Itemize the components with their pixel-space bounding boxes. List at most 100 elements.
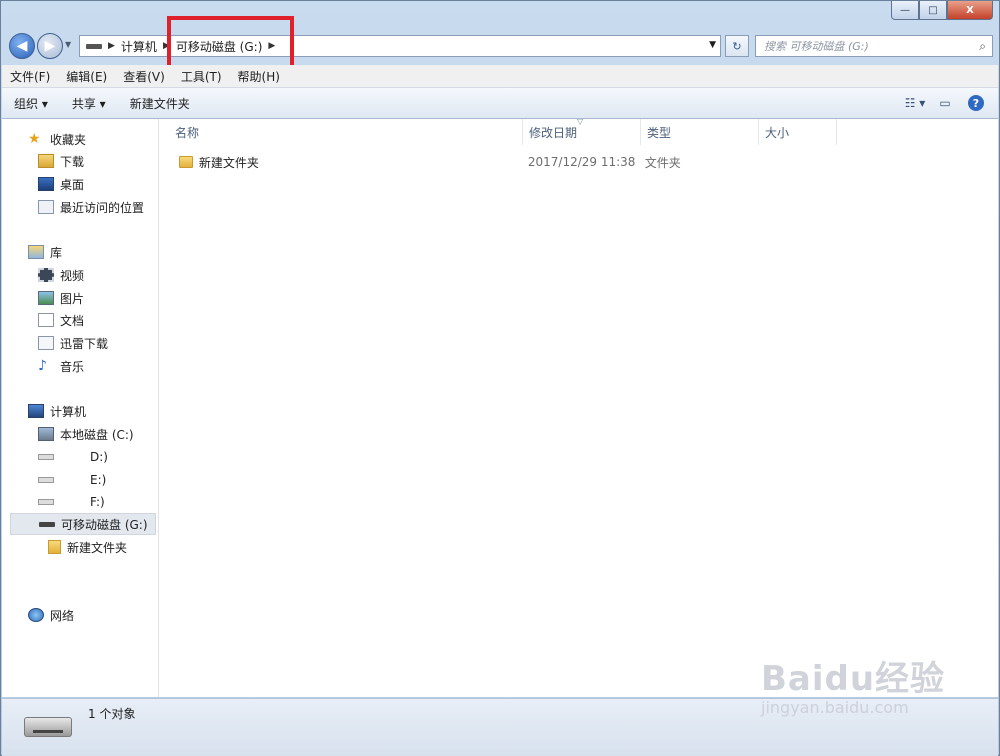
watermark: Baidu经验 jingyan.baidu.com bbox=[761, 651, 945, 717]
sidebar-item-label: E:) bbox=[90, 473, 107, 487]
sidebar-item-xunlei-downloads[interactable]: 迅雷下载 bbox=[38, 332, 108, 354]
item-count: 1 个对象 bbox=[88, 707, 136, 721]
view-options-icon[interactable]: ☷ ▾ bbox=[900, 96, 930, 110]
sidebar-item-drive-d[interactable]: D:) bbox=[38, 446, 108, 468]
sidebar-item-favorites[interactable]: ★ 收藏夹 bbox=[28, 128, 86, 150]
sidebar-item-label: 可移动磁盘 (G:) bbox=[61, 517, 148, 532]
folder-icon bbox=[48, 540, 61, 554]
command-bar: 组织 ▾ 共享 ▾ 新建文件夹 ☷ ▾ ▭ ? bbox=[2, 88, 998, 119]
search-box[interactable]: 搜索 可移动磁盘 (G:) ⌕ bbox=[755, 35, 993, 57]
sidebar-item-label: 收藏夹 bbox=[50, 132, 87, 147]
drive-icon bbox=[86, 43, 102, 49]
drive-icon bbox=[38, 477, 54, 483]
share-button[interactable]: 共享 ▾ bbox=[60, 95, 118, 112]
caption-buttons: — □ X bbox=[891, 1, 993, 20]
sidebar-item-drive-e[interactable]: E:) bbox=[38, 469, 106, 491]
sidebar-item-label: 迅雷下载 bbox=[60, 336, 109, 351]
maximize-button[interactable]: □ bbox=[919, 1, 947, 20]
menu-help[interactable]: 帮助(H) bbox=[230, 68, 288, 85]
menu-view[interactable]: 查看(V) bbox=[115, 68, 173, 85]
sidebar-item-label: F:) bbox=[90, 495, 105, 509]
menu-bar: 文件(F) 编辑(E) 查看(V) 工具(T) 帮助(H) bbox=[2, 65, 998, 88]
menu-file[interactable]: 文件(F) bbox=[2, 68, 58, 85]
usb-drive-icon bbox=[24, 717, 72, 737]
sidebar-item-label: 网络 bbox=[50, 608, 75, 623]
sidebar-item-label: 文档 bbox=[60, 313, 85, 328]
sort-indicator-icon: ▽ bbox=[577, 117, 584, 126]
file-type: 文件夹 bbox=[644, 155, 681, 170]
minimize-button[interactable]: — bbox=[891, 1, 919, 20]
sidebar-item-downloads[interactable]: 下载 bbox=[38, 150, 84, 172]
new-folder-button[interactable]: 新建文件夹 bbox=[118, 95, 202, 112]
refresh-button[interactable]: ↻ bbox=[725, 35, 749, 57]
sidebar-item-desktop[interactable]: 桌面 bbox=[38, 173, 84, 195]
sidebar-item-label: 音乐 bbox=[60, 359, 85, 374]
search-icon[interactable]: ⌕ bbox=[979, 39, 986, 54]
address-dropdown-icon[interactable]: ▼ bbox=[709, 40, 716, 50]
recent-places-icon bbox=[38, 200, 54, 214]
watermark-url: jingyan.baidu.com bbox=[761, 698, 909, 717]
sidebar-item-documents[interactable]: 文档 bbox=[38, 309, 84, 331]
organize-button[interactable]: 组织 ▾ bbox=[2, 95, 60, 112]
sidebar-item-label: D:) bbox=[90, 450, 108, 464]
drive-icon bbox=[38, 499, 54, 505]
breadcrumb-computer[interactable]: 计算机 bbox=[121, 38, 157, 55]
sidebar-item-music[interactable]: ♪ 音乐 bbox=[38, 355, 84, 377]
search-input[interactable]: 搜索 可移动磁盘 (G:) bbox=[764, 38, 979, 54]
sidebar-item-computer[interactable]: 计算机 bbox=[28, 400, 86, 422]
sidebar-item-label: 下载 bbox=[60, 154, 85, 169]
star-icon: ★ bbox=[28, 131, 41, 147]
column-header-size[interactable]: 大小 bbox=[759, 119, 837, 145]
highlight-box bbox=[167, 16, 294, 70]
documents-icon bbox=[38, 336, 54, 350]
recent-pages-dropdown-icon[interactable]: ▼ bbox=[65, 40, 71, 49]
watermark-brand: Baidu经验 bbox=[761, 659, 946, 699]
sidebar-item-pictures[interactable]: 图片 bbox=[38, 287, 84, 309]
sidebar-item-recent-places[interactable]: 最近访问的位置 bbox=[38, 196, 144, 218]
downloads-icon bbox=[38, 154, 54, 168]
preview-pane-icon[interactable]: ▭ bbox=[930, 96, 960, 110]
windows-drive-icon bbox=[38, 427, 54, 441]
sidebar-item-drive-c[interactable]: 本地磁盘 (C:) bbox=[38, 423, 134, 445]
pictures-icon bbox=[38, 291, 54, 305]
column-header-type[interactable]: 类型 bbox=[641, 119, 759, 145]
forward-button[interactable]: ▶ bbox=[37, 33, 63, 59]
sidebar-item-label: 桌面 bbox=[60, 177, 85, 192]
help-icon[interactable]: ? bbox=[968, 95, 984, 111]
sidebar-item-libraries[interactable]: 库 bbox=[28, 241, 62, 263]
desktop-icon bbox=[38, 177, 54, 191]
sidebar-item-label: 视频 bbox=[60, 268, 85, 283]
folder-icon bbox=[179, 156, 193, 168]
navigation-pane: ★ 收藏夹 下载 桌面 最近访问的位置 库 视频 图片 文档 迅雷下载 ♪ 音乐… bbox=[2, 119, 159, 697]
sidebar-item-new-folder[interactable]: 新建文件夹 bbox=[48, 536, 127, 558]
breadcrumb-separator-icon[interactable]: ▶ bbox=[108, 41, 115, 51]
file-row[interactable]: 新建文件夹 2017/12/29 11:38 文件夹 bbox=[159, 151, 839, 173]
sidebar-item-videos[interactable]: 视频 bbox=[38, 264, 84, 286]
back-button[interactable]: ◀ bbox=[9, 33, 35, 59]
explorer-window: — □ X ◀ ▶ ▼ ▶ 计算机 ▶ 可移动磁盘 (G:) ▶ ▼ ↻ 搜索 … bbox=[0, 0, 1000, 756]
file-list-pane: 名称 修改日期 类型 大小 ▽ 新建文件夹 2017/12/29 11:38 文… bbox=[159, 117, 998, 697]
sidebar-item-label: 最近访问的位置 bbox=[60, 200, 145, 215]
menu-edit[interactable]: 编辑(E) bbox=[58, 68, 115, 85]
computer-icon bbox=[28, 404, 44, 418]
file-date: 2017/12/29 11:38 bbox=[527, 155, 636, 169]
menu-tools[interactable]: 工具(T) bbox=[173, 68, 230, 85]
sidebar-item-network[interactable]: 网络 bbox=[28, 604, 74, 626]
music-note-icon: ♪ bbox=[38, 358, 47, 374]
sidebar-item-drive-g[interactable]: 可移动磁盘 (G:) bbox=[10, 513, 156, 535]
close-button[interactable]: X bbox=[947, 1, 993, 20]
file-name: 新建文件夹 bbox=[198, 155, 259, 170]
sidebar-item-drive-f[interactable]: F:) bbox=[38, 491, 105, 513]
sidebar-item-label: 图片 bbox=[60, 291, 85, 306]
navigation-bar: ◀ ▶ ▼ ▶ 计算机 ▶ 可移动磁盘 (G:) ▶ ▼ ↻ 搜索 可移动磁盘 … bbox=[7, 31, 995, 61]
drive-icon bbox=[38, 454, 54, 460]
removable-drive-icon bbox=[39, 521, 55, 527]
column-header-name[interactable]: 名称 bbox=[159, 119, 523, 145]
sidebar-item-label: 新建文件夹 bbox=[67, 540, 128, 555]
documents-icon bbox=[38, 313, 54, 327]
sidebar-item-label: 库 bbox=[50, 245, 63, 260]
library-icon bbox=[28, 245, 44, 259]
sidebar-item-label: 本地磁盘 (C:) bbox=[60, 427, 134, 442]
video-icon bbox=[38, 268, 54, 282]
network-icon bbox=[28, 608, 44, 622]
